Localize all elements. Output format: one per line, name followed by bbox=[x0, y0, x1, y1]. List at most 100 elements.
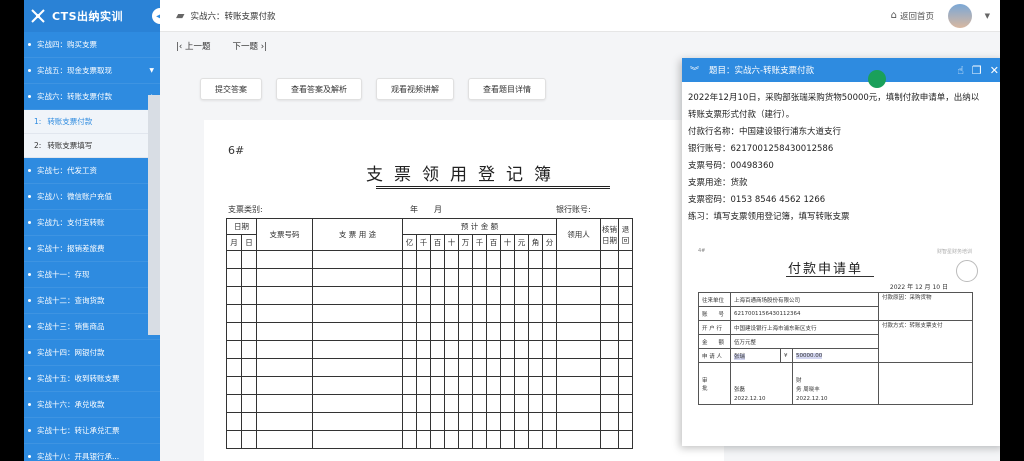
ledger-cell[interactable] bbox=[500, 322, 515, 341]
ledger-cell[interactable] bbox=[618, 304, 633, 323]
ledger-cell[interactable] bbox=[256, 250, 313, 269]
ledger-cell[interactable] bbox=[458, 322, 473, 341]
ledger-cell[interactable] bbox=[416, 412, 431, 431]
ledger-cell[interactable] bbox=[542, 394, 557, 413]
ledger-cell[interactable] bbox=[556, 340, 601, 359]
ledger-cell[interactable] bbox=[312, 286, 403, 305]
ledger-cell[interactable] bbox=[226, 322, 242, 341]
ledger-cell[interactable] bbox=[500, 250, 515, 269]
ledger-cell[interactable] bbox=[486, 268, 501, 287]
ledger-cell[interactable] bbox=[600, 286, 619, 305]
ledger-cell[interactable] bbox=[256, 430, 313, 449]
ledger-cell[interactable] bbox=[430, 430, 445, 449]
ledger-cell[interactable] bbox=[256, 340, 313, 359]
sidebar-item[interactable]: 实战十四：网银付款 bbox=[24, 340, 160, 366]
ledger-cell[interactable] bbox=[402, 412, 417, 431]
ledger-cell[interactable] bbox=[444, 412, 459, 431]
ledger-cell[interactable] bbox=[472, 304, 487, 323]
ledger-cell[interactable] bbox=[542, 286, 557, 305]
ledger-cell[interactable] bbox=[416, 340, 431, 359]
ledger-cell[interactable] bbox=[402, 304, 417, 323]
ledger-cell[interactable] bbox=[241, 358, 257, 377]
ledger-cell[interactable] bbox=[256, 358, 313, 377]
ledger-cell[interactable] bbox=[486, 322, 501, 341]
ledger-cell[interactable] bbox=[312, 304, 403, 323]
ledger-cell[interactable] bbox=[472, 340, 487, 359]
ledger-cell[interactable] bbox=[402, 358, 417, 377]
ledger-cell[interactable] bbox=[226, 268, 242, 287]
ledger-cell[interactable] bbox=[416, 394, 431, 413]
ledger-cell[interactable] bbox=[514, 322, 529, 341]
ledger-cell[interactable] bbox=[430, 322, 445, 341]
sidebar-item[interactable]: 实战五：现金支票取现 ▼ bbox=[24, 58, 160, 84]
ledger-cell[interactable] bbox=[241, 286, 257, 305]
view-answer-button[interactable]: 查看答案及解析 bbox=[276, 78, 362, 100]
ledger-cell[interactable] bbox=[472, 250, 487, 269]
ledger-cell[interactable] bbox=[312, 376, 403, 395]
ledger-cell[interactable] bbox=[556, 358, 601, 377]
ledger-cell[interactable] bbox=[226, 286, 242, 305]
ledger-cell[interactable] bbox=[312, 430, 403, 449]
ledger-cell[interactable] bbox=[444, 304, 459, 323]
ledger-cell[interactable] bbox=[528, 412, 543, 431]
ledger-cell[interactable] bbox=[600, 412, 619, 431]
ledger-cell[interactable] bbox=[312, 394, 403, 413]
ledger-cell[interactable] bbox=[618, 322, 633, 341]
ledger-cell[interactable] bbox=[514, 304, 529, 323]
ledger-cell[interactable] bbox=[486, 394, 501, 413]
ledger-cell[interactable] bbox=[472, 394, 487, 413]
ledger-cell[interactable] bbox=[256, 376, 313, 395]
ledger-cell[interactable] bbox=[312, 340, 403, 359]
ledger-cell[interactable] bbox=[444, 340, 459, 359]
ledger-cell[interactable] bbox=[542, 304, 557, 323]
ledger-cell[interactable] bbox=[500, 430, 515, 449]
ledger-cell[interactable] bbox=[556, 376, 601, 395]
ledger-cell[interactable] bbox=[256, 322, 313, 341]
ledger-cell[interactable] bbox=[458, 304, 473, 323]
ledger-cell[interactable] bbox=[500, 340, 515, 359]
ledger-cell[interactable] bbox=[430, 286, 445, 305]
restore-icon[interactable]: ❐ bbox=[972, 64, 982, 77]
ledger-cell[interactable] bbox=[402, 430, 417, 449]
ledger-cell[interactable] bbox=[556, 250, 601, 269]
ledger-cell[interactable] bbox=[416, 430, 431, 449]
ledger-cell[interactable] bbox=[226, 358, 242, 377]
ledger-cell[interactable] bbox=[514, 268, 529, 287]
ledger-cell[interactable] bbox=[600, 358, 619, 377]
ledger-cell[interactable] bbox=[514, 286, 529, 305]
ledger-cell[interactable] bbox=[600, 322, 619, 341]
ledger-cell[interactable] bbox=[226, 430, 242, 449]
ledger-cell[interactable] bbox=[618, 394, 633, 413]
ledger-cell[interactable] bbox=[600, 250, 619, 269]
ledger-cell[interactable] bbox=[472, 412, 487, 431]
ledger-cell[interactable] bbox=[556, 322, 601, 341]
ledger-cell[interactable] bbox=[226, 376, 242, 395]
ledger-cell[interactable] bbox=[542, 430, 557, 449]
ledger-cell[interactable] bbox=[312, 250, 403, 269]
ledger-cell[interactable] bbox=[226, 412, 242, 431]
ledger-cell[interactable] bbox=[472, 322, 487, 341]
ledger-cell[interactable] bbox=[256, 286, 313, 305]
ledger-cell[interactable] bbox=[241, 340, 257, 359]
ledger-cell[interactable] bbox=[486, 286, 501, 305]
ledger-cell[interactable] bbox=[241, 322, 257, 341]
ledger-cell[interactable] bbox=[416, 304, 431, 323]
hand-icon[interactable]: ☝ bbox=[957, 64, 964, 77]
ledger-cell[interactable] bbox=[618, 358, 633, 377]
ledger-cell[interactable] bbox=[458, 376, 473, 395]
ledger-cell[interactable] bbox=[514, 358, 529, 377]
home-link[interactable]: ⌂ 返回首页 bbox=[891, 10, 934, 22]
ledger-cell[interactable] bbox=[402, 376, 417, 395]
ledger-cell[interactable] bbox=[458, 412, 473, 431]
ledger-cell[interactable] bbox=[416, 286, 431, 305]
panel-header[interactable]: ︾ 题目：实战六-转账支票付款 ☝ ❐ ✕ bbox=[682, 58, 1000, 88]
ledger-cell[interactable] bbox=[514, 250, 529, 269]
ledger-cell[interactable] bbox=[600, 304, 619, 323]
ledger-cell[interactable] bbox=[600, 340, 619, 359]
ledger-cell[interactable] bbox=[514, 376, 529, 395]
ledger-cell[interactable] bbox=[256, 304, 313, 323]
ledger-cell[interactable] bbox=[472, 430, 487, 449]
ledger-cell[interactable] bbox=[514, 412, 529, 431]
ledger-cell[interactable] bbox=[241, 376, 257, 395]
ledger-cell[interactable] bbox=[444, 394, 459, 413]
